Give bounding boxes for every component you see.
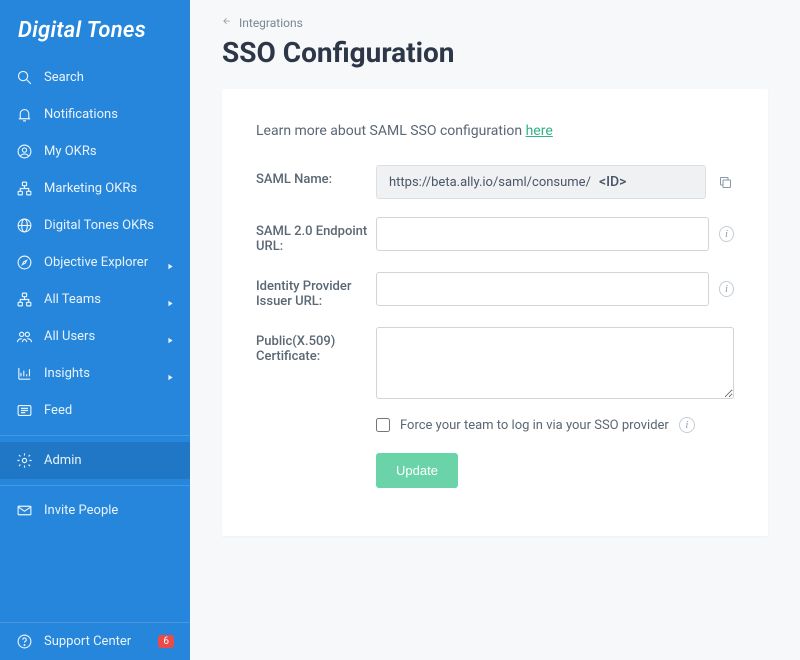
chart-icon <box>16 365 33 382</box>
sidebar: Digital Tones Search Notifications My OK… <box>0 0 190 660</box>
saml-name-readonly: https://beta.ally.io/saml/consume/ <ID> <box>376 165 706 199</box>
row-endpoint-url: SAML 2.0 Endpoint URL: i <box>256 217 734 254</box>
sidebar-item-my-okrs[interactable]: My OKRs <box>0 133 190 170</box>
sidebar-item-support-center[interactable]: Support Center 6 <box>0 623 190 660</box>
copy-icon <box>718 175 733 190</box>
caret-right-icon <box>167 333 174 340</box>
learn-more-link[interactable]: here <box>526 123 553 139</box>
endpoint-label: SAML 2.0 Endpoint URL: <box>256 217 376 254</box>
endpoint-input[interactable] <box>376 217 709 251</box>
tree-icon <box>16 180 33 197</box>
page-title: SSO Configuration <box>222 36 768 69</box>
config-card: Learn more about SAML SSO configuration … <box>222 89 768 536</box>
sidebar-item-invite-people[interactable]: Invite People <box>0 492 190 529</box>
row-certificate: Public(X.509) Certificate: <box>256 327 734 399</box>
caret-right-icon <box>167 259 174 266</box>
users-icon <box>16 328 33 345</box>
sidebar-item-label: All Users <box>44 329 167 344</box>
sidebar-item-objective-explorer[interactable]: Objective Explorer <box>0 244 190 281</box>
row-force-sso: Force your team to log in via your SSO p… <box>376 417 734 433</box>
support-badge: 6 <box>158 635 174 648</box>
sidebar-nav: Search Notifications My OKRs Marketing O… <box>0 59 190 622</box>
saml-id-slot: <ID> <box>599 174 627 190</box>
sidebar-item-label: Objective Explorer <box>44 255 167 270</box>
sidebar-item-label: My OKRs <box>44 144 174 159</box>
sidebar-item-search[interactable]: Search <box>0 59 190 96</box>
sidebar-item-label: Insights <box>44 366 167 381</box>
info-icon[interactable]: i <box>679 417 695 433</box>
learn-more-prefix: Learn more about SAML SSO configuration <box>256 123 526 139</box>
feed-icon <box>16 402 33 419</box>
info-icon[interactable]: i <box>719 226 734 242</box>
divider <box>0 485 190 486</box>
breadcrumb-label: Integrations <box>239 16 303 30</box>
copy-button[interactable] <box>716 173 734 191</box>
sidebar-item-label: Admin <box>44 453 174 468</box>
mail-icon <box>16 502 33 519</box>
row-issuer-url: Identity Provider Issuer URL: i <box>256 272 734 309</box>
issuer-input[interactable] <box>376 272 709 306</box>
force-sso-label[interactable]: Force your team to log in via your SSO p… <box>400 418 669 433</box>
issuer-label: Identity Provider Issuer URL: <box>256 272 376 309</box>
sidebar-item-label: Support Center <box>44 634 158 649</box>
globe-icon <box>16 217 33 234</box>
certificate-input[interactable] <box>376 327 734 399</box>
sidebar-item-feed[interactable]: Feed <box>0 392 190 429</box>
sidebar-item-admin[interactable]: Admin <box>0 442 190 479</box>
user-circle-icon <box>16 143 33 160</box>
sidebar-bottom: Support Center 6 <box>0 622 190 660</box>
saml-url-prefix: https://beta.ally.io/saml/consume/ <box>389 175 591 190</box>
sidebar-item-label: Feed <box>44 403 174 418</box>
breadcrumb[interactable]: Integrations <box>222 0 768 36</box>
sidebar-item-label: Marketing OKRs <box>44 181 174 196</box>
sidebar-item-label: Notifications <box>44 107 174 122</box>
sidebar-item-label: All Teams <box>44 292 167 307</box>
teams-tree-icon <box>16 291 33 308</box>
certificate-label: Public(X.509) Certificate: <box>256 327 376 364</box>
sidebar-item-marketing-okrs[interactable]: Marketing OKRs <box>0 170 190 207</box>
update-button[interactable]: Update <box>376 453 458 488</box>
sidebar-item-notifications[interactable]: Notifications <box>0 96 190 133</box>
sidebar-item-label: Digital Tones OKRs <box>44 218 174 233</box>
sidebar-item-label: Invite People <box>44 503 174 518</box>
row-saml-name: SAML Name: https://beta.ally.io/saml/con… <box>256 165 734 199</box>
caret-right-icon <box>167 370 174 377</box>
force-sso-checkbox[interactable] <box>376 418 390 432</box>
caret-right-icon <box>167 296 174 303</box>
main-content: Integrations SSO Configuration Learn mor… <box>190 0 800 660</box>
divider <box>0 435 190 436</box>
info-icon[interactable]: i <box>719 281 734 297</box>
search-icon <box>16 69 33 86</box>
sidebar-item-label: Search <box>44 70 174 85</box>
sidebar-item-insights[interactable]: Insights <box>0 355 190 392</box>
learn-more-text: Learn more about SAML SSO configuration … <box>256 123 734 139</box>
sidebar-item-all-users[interactable]: All Users <box>0 318 190 355</box>
compass-icon <box>16 254 33 271</box>
back-arrow-icon <box>222 16 233 30</box>
help-icon <box>16 633 33 650</box>
brand-title: Digital Tones <box>0 0 190 59</box>
saml-name-label: SAML Name: <box>256 165 376 187</box>
sidebar-item-all-teams[interactable]: All Teams <box>0 281 190 318</box>
bell-icon <box>16 106 33 123</box>
gear-icon <box>16 452 33 469</box>
sidebar-item-digital-tones-okrs[interactable]: Digital Tones OKRs <box>0 207 190 244</box>
